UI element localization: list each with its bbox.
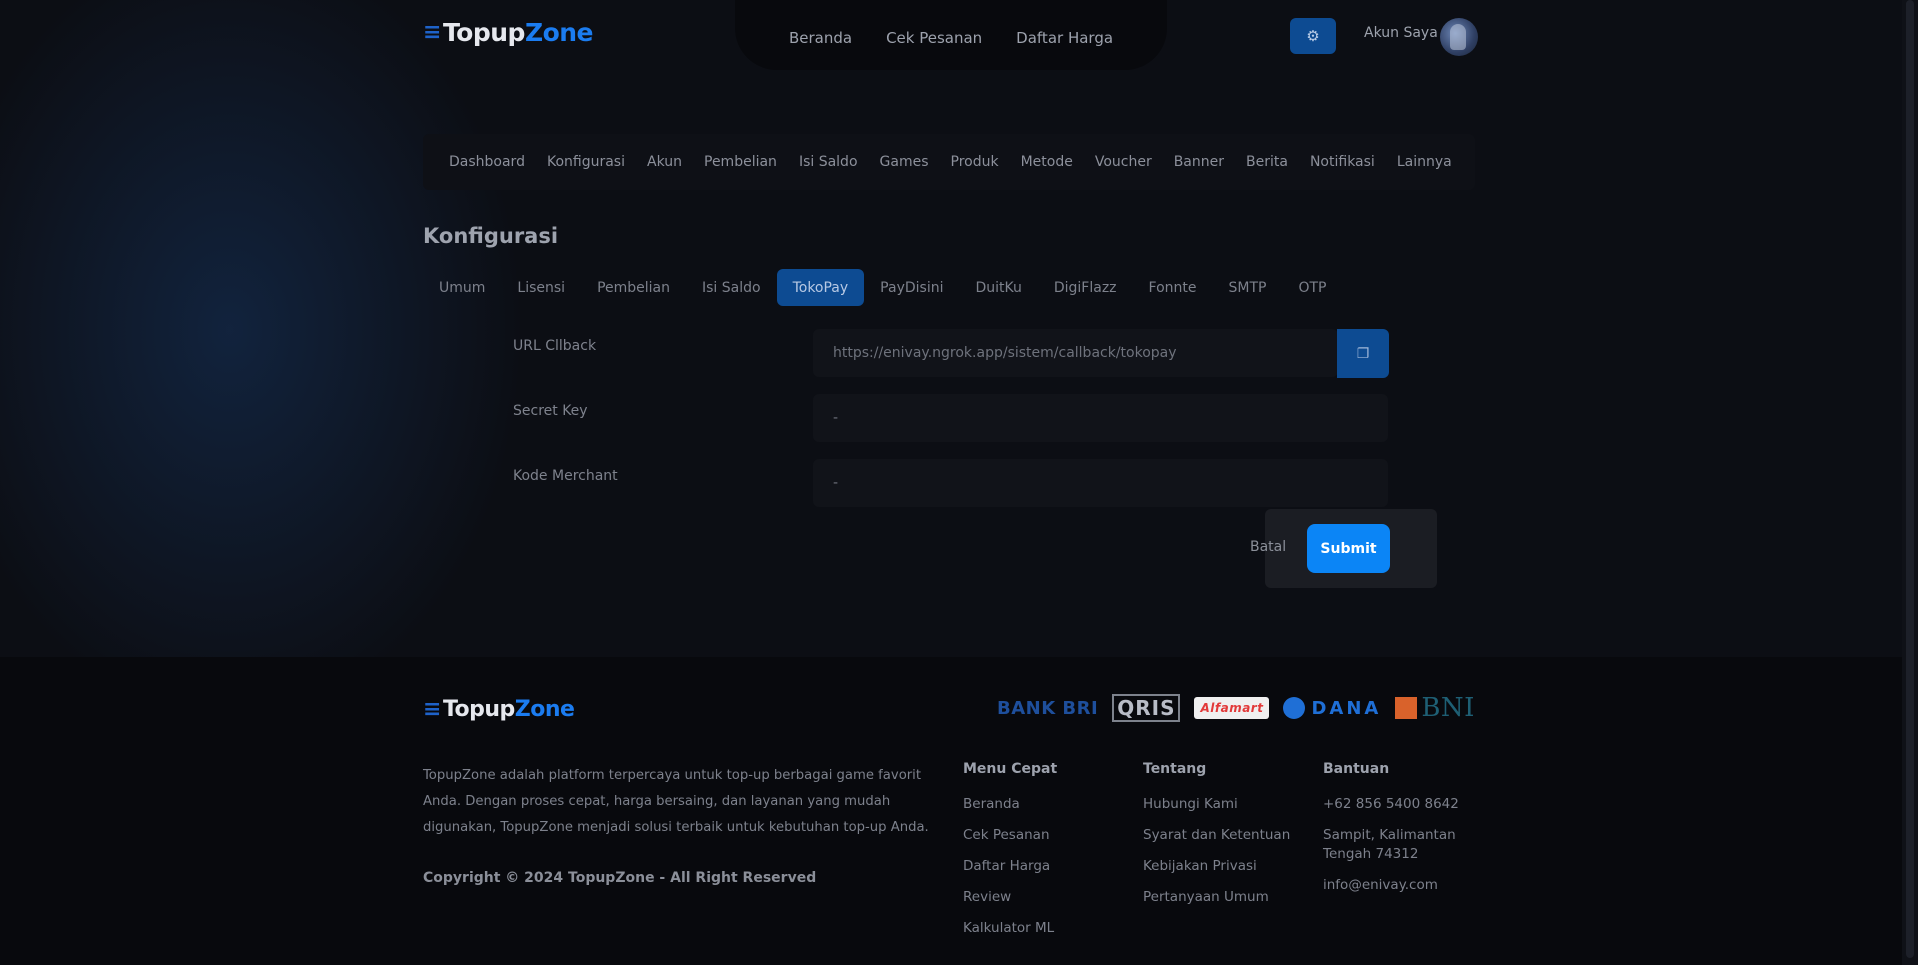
admin-menu-banner[interactable]: Banner <box>1174 154 1224 170</box>
footer-bantuan: Bantuan +62 856 5400 8642 Sampit, Kalima… <box>1323 761 1473 907</box>
footer-heading: Bantuan <box>1323 761 1390 777</box>
bni-text: BNI <box>1421 693 1475 723</box>
admin-menu-konfigurasi[interactable]: Konfigurasi <box>547 154 625 170</box>
nav-daftar-harga[interactable]: Daftar Harga <box>1016 29 1113 47</box>
nav-beranda[interactable]: Beranda <box>789 29 852 47</box>
logo-text-zone: Zone <box>514 697 575 722</box>
footer-menu-cepat: Menu Cepat Beranda Cek Pesanan Daftar Ha… <box>963 761 1057 950</box>
scrollbar-thumb[interactable] <box>1906 0 1914 958</box>
dana-icon <box>1283 697 1306 719</box>
bni-logo: BNI <box>1395 693 1475 723</box>
scrollbar[interactable] <box>1902 0 1918 965</box>
logo-icon: ≡ <box>423 20 441 45</box>
footer-link-syarat[interactable]: Syarat dan Ketentuan <box>1143 826 1290 845</box>
site-header: ≡ Topup Zone Beranda Cek Pesanan Daftar H… <box>0 0 1902 72</box>
footer-heading: Tentang <box>1143 761 1207 777</box>
footer-link-cek-pesanan[interactable]: Cek Pesanan <box>963 826 1057 845</box>
footer-link-daftar-harga[interactable]: Daftar Harga <box>963 857 1057 876</box>
admin-menu-voucher[interactable]: Voucher <box>1095 154 1152 170</box>
footer-link-faq[interactable]: Pertanyaan Umum <box>1143 888 1290 907</box>
payment-logos: BANK BRI QRIS Alfamart DANA BNI <box>997 693 1475 723</box>
admin-menu-pembelian[interactable]: Pembelian <box>704 154 777 170</box>
tab-digiflazz[interactable]: DigiFlazz <box>1038 269 1133 306</box>
qris-logo: QRIS <box>1112 694 1181 722</box>
site-footer: ≡ Topup Zone BANK BRI QRIS Alfamart DANA … <box>0 657 1902 965</box>
merchant-code-label: Kode Merchant <box>513 468 618 484</box>
submit-button[interactable]: Submit <box>1307 524 1390 573</box>
footer-address: Sampit, Kalimantan Tengah 74312 <box>1323 827 1456 862</box>
tab-lisensi[interactable]: Lisensi <box>501 269 581 306</box>
admin-menu-produk[interactable]: Produk <box>951 154 999 170</box>
nav-cek-pesanan[interactable]: Cek Pesanan <box>886 29 982 47</box>
footer-logo[interactable]: ≡ Topup Zone <box>423 697 575 722</box>
dana-text: DANA <box>1311 697 1382 719</box>
admin-menu-isi-saldo[interactable]: Isi Saldo <box>799 154 858 170</box>
footer-email[interactable]: info@enivay.com <box>1323 876 1473 895</box>
bank-bri-logo: BANK BRI <box>997 697 1099 719</box>
account-label[interactable]: Akun Saya <box>1364 25 1438 41</box>
dana-logo: DANA <box>1283 697 1381 719</box>
footer-link-beranda[interactable]: Beranda <box>963 795 1057 814</box>
footer-link-review[interactable]: Review <box>963 888 1057 907</box>
callback-url-label: URL Cllback <box>513 338 597 354</box>
footer-heading: Menu Cepat <box>963 761 1058 777</box>
header-logo[interactable]: ≡ Topup Zone <box>423 18 594 47</box>
avatar[interactable] <box>1440 18 1478 56</box>
tab-smtp[interactable]: SMTP <box>1213 269 1283 306</box>
logo-icon: ≡ <box>423 697 441 722</box>
copy-button[interactable]: ❐ <box>1337 329 1389 378</box>
config-tabs: Umum Lisensi Pembelian Isi Saldo TokoPay… <box>423 269 1342 306</box>
footer-link-kalkulator-ml[interactable]: Kalkulator ML <box>963 919 1057 938</box>
admin-menu-notifikasi[interactable]: Notifikasi <box>1310 154 1375 170</box>
alfamart-logo: Alfamart <box>1194 697 1270 719</box>
admin-menu-dashboard[interactable]: Dashboard <box>449 154 525 170</box>
bni-icon <box>1395 697 1418 719</box>
tab-pembelian[interactable]: Pembelian <box>581 269 686 306</box>
footer-link-kebijakan[interactable]: Kebijakan Privasi <box>1143 857 1290 876</box>
callback-url-field[interactable]: https://enivay.ngrok.app/sistem/callback… <box>813 329 1338 377</box>
tab-duitku[interactable]: DuitKu <box>959 269 1037 306</box>
logo-text-zone: Zone <box>524 18 594 47</box>
tab-isi-saldo[interactable]: Isi Saldo <box>686 269 777 306</box>
merchant-code-input[interactable]: - <box>813 459 1388 507</box>
copy-icon: ❐ <box>1356 345 1370 362</box>
tab-paydisini[interactable]: PayDisini <box>864 269 959 306</box>
tab-otp[interactable]: OTP <box>1282 269 1342 306</box>
cancel-button[interactable]: Batal <box>1250 539 1286 555</box>
secret-key-input[interactable]: - <box>813 394 1388 442</box>
footer-tentang: Tentang Hubungi Kami Syarat dan Ketentua… <box>1143 761 1290 919</box>
admin-menu-games[interactable]: Games <box>880 154 929 170</box>
footer-link-hubungi-kami[interactable]: Hubungi Kami <box>1143 795 1290 814</box>
gear-icon: ⚙ <box>1306 27 1320 45</box>
settings-button[interactable]: ⚙ <box>1290 18 1336 54</box>
admin-menu-berita[interactable]: Berita <box>1246 154 1288 170</box>
page-title: Konfigurasi <box>423 224 559 248</box>
admin-menu-metode[interactable]: Metode <box>1021 154 1073 170</box>
main-nav: Beranda Cek Pesanan Daftar Harga <box>735 0 1167 70</box>
footer-phone[interactable]: +62 856 5400 8642 <box>1323 795 1473 814</box>
copyright: Copyright © 2024 TopupZone - All Right R… <box>423 870 817 886</box>
tab-umum[interactable]: Umum <box>423 269 501 306</box>
admin-menu: Dashboard Konfigurasi Akun Pembelian Isi… <box>423 134 1475 190</box>
footer-about: TopupZone adalah platform terpercaya unt… <box>423 768 929 835</box>
logo-text-topup: Topup <box>442 697 515 722</box>
secret-key-label: Secret Key <box>513 403 588 419</box>
tab-tokopay[interactable]: TokoPay <box>776 269 865 306</box>
admin-menu-lainnya[interactable]: Lainnya <box>1397 154 1452 170</box>
admin-menu-akun[interactable]: Akun <box>647 154 682 170</box>
logo-text-topup: Topup <box>442 18 526 47</box>
tab-fonnte[interactable]: Fonnte <box>1133 269 1213 306</box>
